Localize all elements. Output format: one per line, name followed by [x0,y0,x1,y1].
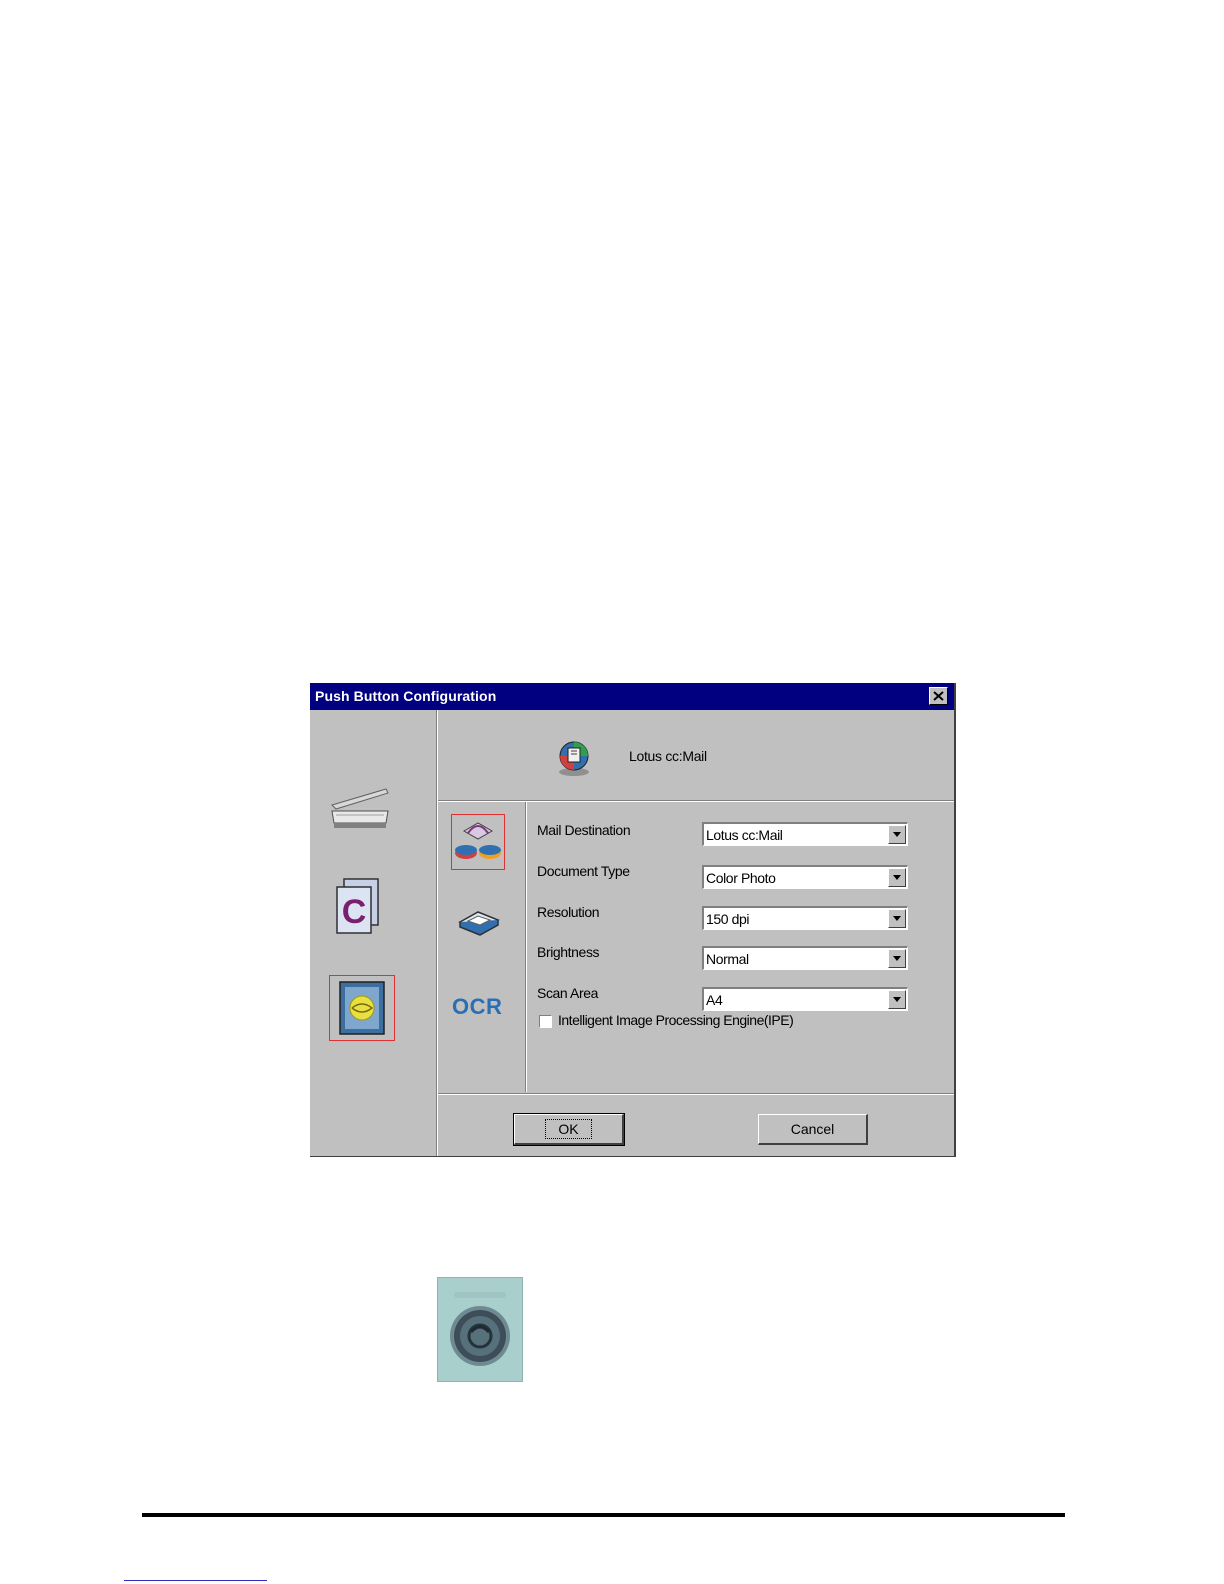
scan-setting-icon [458,911,500,936]
ipe-checkbox-label[interactable]: Intelligent Image Processing Engine(IPE) [558,1012,794,1028]
close-button[interactable] [929,687,948,705]
resolution-select[interactable]: 150 dpi [702,906,908,930]
chevron-down-icon [893,832,901,837]
scan-area-value: A4 [706,992,723,1008]
dropdown-button[interactable] [888,825,906,844]
dropdown-button[interactable] [888,909,906,928]
dropdown-button[interactable] [888,990,906,1009]
scan-area-label: Scan Area [537,985,598,1001]
chevron-down-icon [893,956,901,961]
settings-tabs: OCR [438,802,526,1092]
lotus-ccmail-icon [559,741,589,776]
scan-area-select[interactable]: A4 [702,987,908,1011]
dropdown-button[interactable] [888,949,906,968]
selected-application-header: Lotus cc:Mail [438,710,954,801]
dialog-footer: OK Cancel [438,1093,954,1157]
ok-button[interactable]: OK [513,1113,625,1146]
email-icon [339,981,385,1035]
dropdown-button[interactable] [888,868,906,887]
mail-destination-label: Mail Destination [537,822,631,838]
tab-scan-settings[interactable] [454,902,504,942]
brightness-value: Normal [706,951,749,967]
document-type-label: Document Type [537,863,630,879]
resolution-label: Resolution [537,904,600,920]
brightness-label: Brightness [537,944,600,960]
cancel-button[interactable]: Cancel [758,1114,868,1145]
application-name: Lotus cc:Mail [629,748,707,764]
document-type-value: Color Photo [706,870,776,886]
brightness-select[interactable]: Normal [702,946,908,970]
push-button-icon [450,1292,510,1366]
chevron-down-icon [893,916,901,921]
copy-icon: C [336,878,379,934]
function-list: C [310,710,437,1156]
footer-rule [142,1513,1065,1517]
mail-destination-select[interactable]: Lotus cc:Mail [702,822,908,846]
scanner-icon [331,788,389,828]
tab-email-settings[interactable] [451,814,505,870]
scan-function-button[interactable] [328,785,392,835]
configuration-panel: Lotus cc:Mail OCR Mail Destination Lotus… [438,710,954,1156]
dialog-title: Push Button Configuration [315,688,497,704]
ok-button-label: OK [545,1119,592,1139]
copy-function-button[interactable]: C [334,875,386,935]
ipe-checkbox[interactable] [539,1015,552,1028]
email-setting-icon [455,822,501,859]
push-button-configuration-dialog: Push Button Configuration C Lotus cc:Mai… [310,683,956,1157]
cancel-button-label: Cancel [790,1121,835,1137]
document-type-select[interactable]: Color Photo [702,865,908,889]
resolution-value: 150 dpi [706,911,750,927]
chevron-down-icon [893,997,901,1002]
close-icon [933,691,944,701]
chevron-down-icon [893,875,901,880]
settings-form: Mail Destination Lotus cc:Mail Document … [527,802,954,1092]
email-function-button[interactable] [329,975,395,1041]
title-bar: Push Button Configuration [310,683,954,710]
ocr-icon: OCR [452,994,503,1019]
link-underline[interactable] [124,1580,267,1581]
scanner-push-button-image [437,1277,523,1382]
tab-ocr-settings[interactable]: OCR [452,994,512,1024]
svg-text:C: C [342,893,367,931]
mail-destination-value: Lotus cc:Mail [706,827,783,843]
